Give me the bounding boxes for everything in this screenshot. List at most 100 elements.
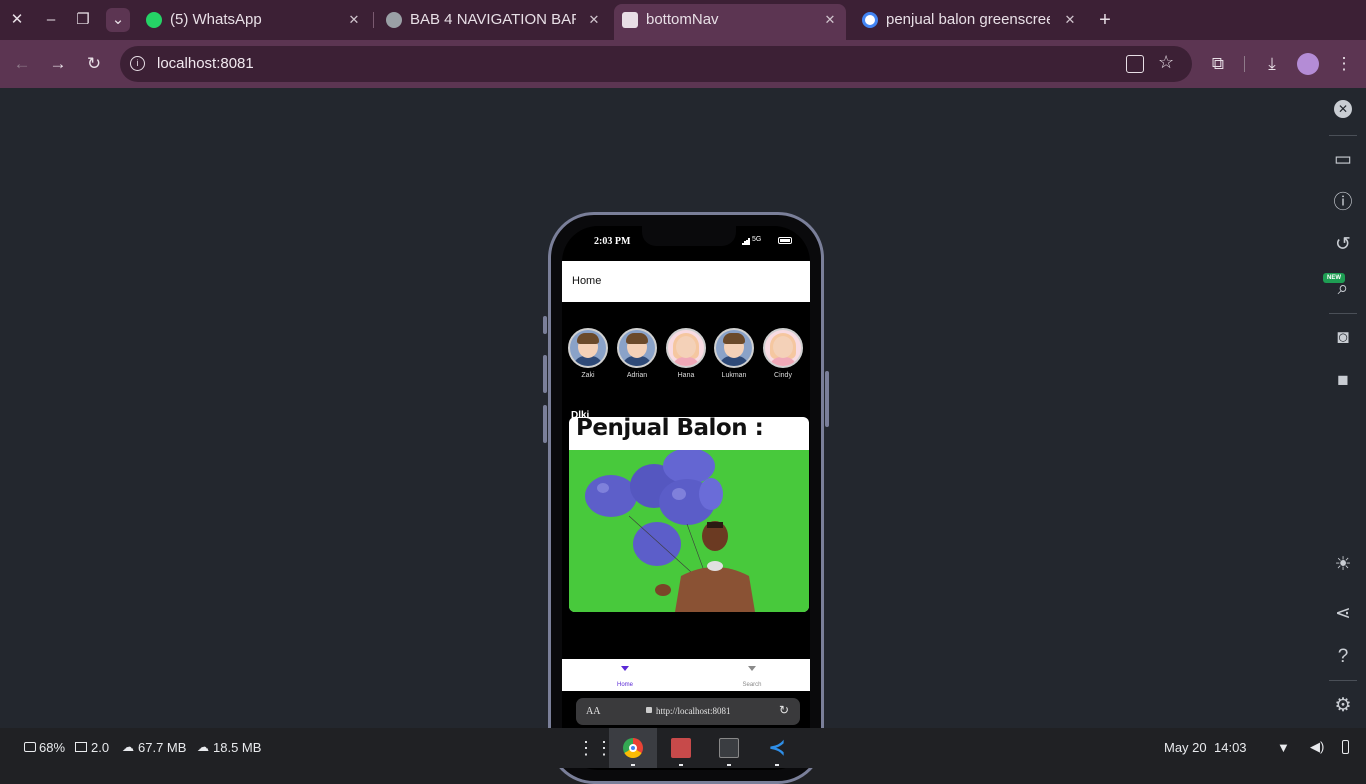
wifi-icon[interactable]: ▼ xyxy=(1277,740,1290,755)
restore-icon[interactable]: ❐ xyxy=(71,8,95,32)
battery-status-icon[interactable] xyxy=(1342,740,1349,754)
bookmark-star-icon[interactable]: ☆ xyxy=(1158,52,1174,73)
translate-icon[interactable] xyxy=(1126,55,1144,73)
avatar xyxy=(568,328,608,368)
files-icon[interactable] xyxy=(657,728,705,768)
tab-navigation-bar[interactable]: BAB 4 NAVIGATION BAR ✕ xyxy=(386,6,602,34)
tab-search[interactable]: Search xyxy=(722,659,782,691)
tab-bottomnav[interactable]: bottomNav ✕ xyxy=(622,6,838,34)
battery-icon xyxy=(24,742,36,752)
expo-icon xyxy=(622,12,638,28)
menu-icon[interactable]: ⋮ xyxy=(1332,52,1356,76)
story-avatar[interactable]: Adrian xyxy=(617,328,657,379)
app-header: Home xyxy=(562,261,810,302)
download-value: 67.7 MB xyxy=(138,740,187,755)
close-tab-icon[interactable]: ✕ xyxy=(346,6,362,34)
tab-search-icon[interactable]: ⌄ xyxy=(106,8,130,32)
network-label: 5G xyxy=(752,236,762,243)
close-window-icon[interactable]: ✕ xyxy=(5,8,29,32)
avatar xyxy=(617,328,657,368)
date-label: May 20 xyxy=(1164,740,1207,755)
avatar xyxy=(763,328,803,368)
safari-url: http://localhost:8081 xyxy=(656,706,731,716)
settings-icon[interactable]: ⚙ xyxy=(1331,694,1355,718)
minimize-icon[interactable]: – xyxy=(39,8,63,32)
story-avatar[interactable]: Hana xyxy=(666,328,706,379)
chrome-icon[interactable] xyxy=(609,728,657,768)
battery-icon xyxy=(778,237,792,244)
video-icon[interactable]: ■ xyxy=(1331,369,1355,393)
taskbar: 68% 2.0 ☁ 67.7 MB ☁ 18.5 MB ⋮⋮⋮ ≺ May 20… xyxy=(0,728,1366,768)
close-icon[interactable]: ✕ xyxy=(1334,100,1352,118)
iphone-frame: 2:03 PM 5G Home Zaki Adrian Hana Lukman … xyxy=(543,212,829,784)
vscode-icon[interactable]: ≺ xyxy=(753,728,801,768)
story-avatar[interactable]: Zaki xyxy=(568,328,608,379)
bottom-nav: Home Search xyxy=(562,659,810,691)
close-tab-icon[interactable]: ✕ xyxy=(586,6,602,34)
tab-strip: ✕ – ❐ ⌄ (5) WhatsApp ✕ BAB 4 NAVIGATION … xyxy=(0,0,1366,40)
story-name: Zaki xyxy=(581,372,595,379)
device-toolbar-rail: ✕ ▭ ⓘ ↺ NEW ⌕ ◙ ■ ☀ ⋖ ? ⚙ xyxy=(1320,88,1366,728)
display-value: 2.0 xyxy=(91,740,110,755)
safari-address-bar[interactable]: AA http://localhost:8081 ↻ xyxy=(576,698,800,725)
lock-icon xyxy=(646,707,652,713)
story-name: Cindy xyxy=(774,372,792,379)
share-icon[interactable]: ⋖ xyxy=(1331,602,1355,626)
phone-side-button xyxy=(543,405,547,443)
close-tab-icon[interactable]: ✕ xyxy=(1062,6,1078,34)
download-icon[interactable]: ⤓ xyxy=(1260,52,1284,76)
forward-icon[interactable]: → xyxy=(46,52,70,76)
upload-value: 18.5 MB xyxy=(213,740,262,755)
time-label: 14:03 xyxy=(1214,740,1247,755)
rotate-icon[interactable]: ↺ xyxy=(1331,233,1355,257)
close-tab-icon[interactable]: ✕ xyxy=(822,6,838,34)
tab-whatsapp[interactable]: (5) WhatsApp ✕ xyxy=(146,6,362,34)
camera-icon[interactable]: ◙ xyxy=(1331,326,1355,350)
search-icon xyxy=(748,666,756,671)
rail-divider xyxy=(1329,135,1357,136)
help-icon[interactable]: ? xyxy=(1331,645,1355,669)
page-viewport: 2:03 PM 5G Home Zaki Adrian Hana Lukman … xyxy=(0,88,1320,784)
balloon-seller-image xyxy=(569,448,809,612)
info-icon[interactable]: ⓘ xyxy=(1331,191,1355,215)
battery-percent: 68% xyxy=(39,740,66,755)
reader-aa-button[interactable]: AA xyxy=(586,706,600,717)
volume-icon[interactable]: ◀) xyxy=(1310,739,1324,755)
extensions-icon[interactable]: ⧉ xyxy=(1206,52,1230,76)
phone-notch xyxy=(642,226,736,246)
status-time: 2:03 PM xyxy=(594,236,631,247)
story-name: Hana xyxy=(677,372,695,379)
whatsapp-icon xyxy=(146,12,162,28)
avatar[interactable] xyxy=(1297,53,1319,75)
zoom-icon[interactable]: ⌕ xyxy=(1331,277,1355,301)
google-icon xyxy=(862,12,878,28)
post-image xyxy=(569,448,809,612)
story-avatar[interactable]: Cindy xyxy=(763,328,803,379)
phone-screen: 2:03 PM 5G Home Zaki Adrian Hana Lukman … xyxy=(562,226,810,770)
site-info-icon[interactable]: i xyxy=(130,56,145,71)
rail-divider xyxy=(1329,313,1357,314)
device-icon[interactable]: ▭ xyxy=(1331,148,1355,172)
tab-google-search[interactable]: penjual balon greenscreen ✕ xyxy=(862,6,1078,34)
cloud-download-icon: ☁ xyxy=(122,740,134,754)
post-title: Penjual Balon : xyxy=(576,417,764,441)
back-icon[interactable]: ← xyxy=(10,52,34,76)
home-icon xyxy=(621,666,629,671)
reload-icon[interactable]: ↻ xyxy=(82,52,106,76)
launcher-icon[interactable]: ⋮⋮⋮ xyxy=(563,728,631,768)
story-name: Lukman xyxy=(721,372,747,379)
reload-icon[interactable]: ↻ xyxy=(779,703,789,717)
terminal-icon[interactable] xyxy=(705,728,753,768)
avatar xyxy=(666,328,706,368)
cloud-upload-icon: ☁ xyxy=(197,740,209,754)
story-name: Adrian xyxy=(626,372,648,379)
display-icon xyxy=(75,742,87,752)
brightness-icon[interactable]: ☀ xyxy=(1331,553,1355,577)
url-text: localhost:8081 xyxy=(157,55,254,72)
tab-home[interactable]: Home xyxy=(595,659,655,691)
tab-divider xyxy=(373,12,374,28)
address-bar[interactable]: i localhost:8081 ☆ xyxy=(120,46,1192,82)
post-card: Penjual Balon : xyxy=(569,417,809,612)
new-tab-button[interactable]: + xyxy=(1093,8,1117,32)
story-avatar[interactable]: Lukman xyxy=(714,328,754,379)
